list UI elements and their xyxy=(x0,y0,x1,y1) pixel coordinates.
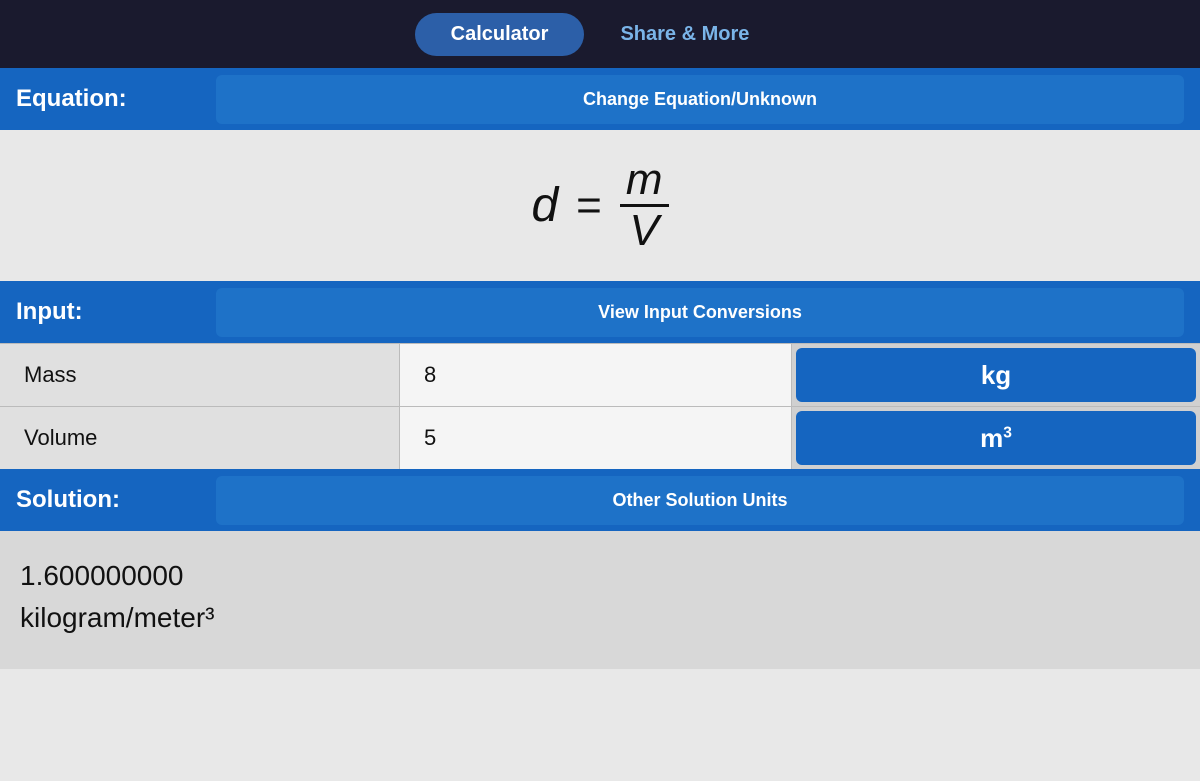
input-header: Input: View Input Conversions xyxy=(0,281,1200,343)
volume-row: Volume 5 m3 xyxy=(0,407,1200,469)
mass-row: Mass 8 kg xyxy=(0,344,1200,407)
mass-unit-button[interactable]: kg xyxy=(796,348,1196,402)
formula-equals: = xyxy=(576,181,602,231)
volume-unit-button[interactable]: m3 xyxy=(796,411,1196,465)
volume-label: Volume xyxy=(0,407,400,469)
solution-header: Solution: Other Solution Units xyxy=(0,469,1200,531)
solution-label: Solution: xyxy=(16,486,216,514)
tab-share[interactable]: Share & More xyxy=(584,13,785,56)
solution-value: 1.600000000 kilogram/meter³ xyxy=(20,555,1180,639)
formula: d = m V xyxy=(531,158,668,253)
volume-value[interactable]: 5 xyxy=(400,407,792,469)
solution-line2: kilogram/meter³ xyxy=(20,597,1180,639)
input-table: Mass 8 kg Volume 5 m3 xyxy=(0,343,1200,469)
tab-calculator[interactable]: Calculator xyxy=(415,13,585,56)
solution-display: 1.600000000 kilogram/meter³ xyxy=(0,531,1200,669)
solution-line1: 1.600000000 xyxy=(20,555,1180,597)
equation-header: Equation: Change Equation/Unknown xyxy=(0,68,1200,130)
formula-fraction: m V xyxy=(620,158,669,253)
view-conversions-button[interactable]: View Input Conversions xyxy=(216,288,1184,337)
equation-display: d = m V xyxy=(0,130,1200,281)
equation-label: Equation: xyxy=(16,85,216,113)
formula-lhs: d xyxy=(531,178,558,233)
formula-numerator: m xyxy=(620,158,669,207)
formula-denominator: V xyxy=(624,207,665,253)
mass-label: Mass xyxy=(0,344,400,406)
volume-unit-text: m3 xyxy=(980,423,1012,454)
top-navigation: Calculator Share & More xyxy=(0,0,1200,68)
other-solution-units-button[interactable]: Other Solution Units xyxy=(216,476,1184,525)
change-equation-button[interactable]: Change Equation/Unknown xyxy=(216,75,1184,124)
mass-value[interactable]: 8 xyxy=(400,344,792,406)
input-label: Input: xyxy=(16,298,216,326)
